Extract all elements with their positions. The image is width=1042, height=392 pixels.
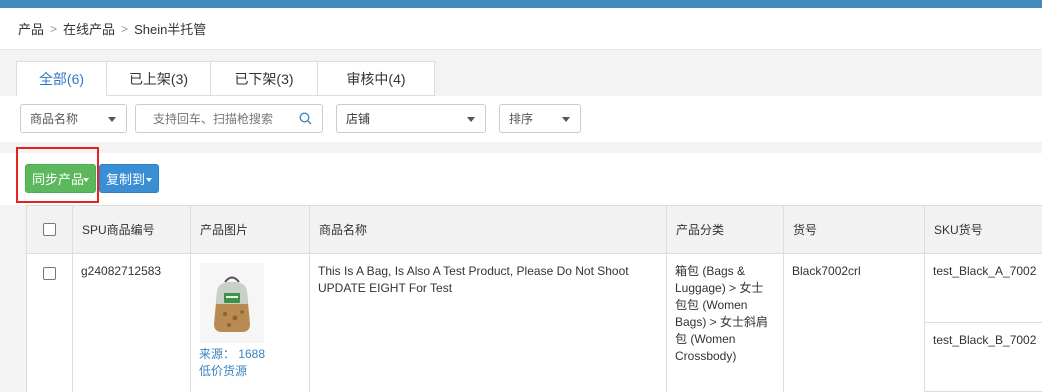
chevron-down-icon: [108, 117, 116, 122]
breadcrumb-item-shein: Shein半托管: [134, 22, 207, 37]
breadcrumb-separator: >: [50, 21, 58, 36]
product-name-cell: This Is A Bag, Is Also A Test Product, P…: [309, 254, 666, 392]
breadcrumb-item-online-products[interactable]: 在线产品: [63, 19, 115, 38]
search-placeholder: 支持回车、扫描枪搜索: [153, 112, 274, 126]
header-name[interactable]: 商品名称: [309, 206, 666, 253]
image-source-note[interactable]: 低价货源: [199, 363, 301, 380]
image-cell: 来源： 1688 低价货源: [190, 254, 309, 392]
copy-to-button[interactable]: 复制到: [99, 164, 159, 193]
product-image[interactable]: [200, 263, 264, 343]
top-nav-bar: [0, 0, 1042, 8]
shop-select[interactable]: 店铺: [336, 104, 486, 133]
sku-cell: test_Black_A_7002 test_Black_B_7002: [924, 254, 1042, 392]
sort-select-value: 排序: [509, 112, 534, 126]
tab-listed[interactable]: 已上架(3): [107, 61, 211, 96]
tab-under-review[interactable]: 审核中(4): [318, 61, 435, 96]
header-image: 产品图片: [190, 206, 309, 253]
bag-icon: [214, 276, 250, 332]
action-toolbar: 同步产品 复制到: [0, 153, 1042, 205]
header-category: 产品分类: [666, 206, 783, 253]
shop-select-value: 店铺: [346, 112, 371, 126]
search-input[interactable]: 支持回车、扫描枪搜索: [135, 104, 323, 133]
breadcrumb-separator: >: [121, 21, 129, 36]
item-no-cell: Black7002crl: [783, 254, 924, 392]
category-cell: 箱包 (Bags & Luggage) > 女士包包 (Women Bags) …: [666, 254, 783, 392]
filter-bar: 商品名称 支持回车、扫描枪搜索 店铺 排序: [0, 96, 1042, 142]
sku-item: test_Black_A_7002: [925, 254, 1042, 323]
row-select-cell: [27, 254, 72, 392]
products-table: SPU商品编号 产品图片 商品名称 产品分类 货号 SKU货号 g2408271…: [26, 205, 1042, 392]
search-icon[interactable]: [299, 112, 312, 128]
field-select-value: 商品名称: [30, 112, 79, 126]
chevron-down-icon: [562, 117, 570, 122]
header-item-no[interactable]: 货号: [783, 206, 924, 253]
row-checkbox[interactable]: [43, 267, 56, 280]
field-select[interactable]: 商品名称: [20, 104, 127, 133]
header-spu[interactable]: SPU商品编号: [72, 206, 190, 253]
header-sku: SKU货号: [924, 206, 1042, 253]
select-all-checkbox[interactable]: [43, 223, 56, 236]
breadcrumb-item-products[interactable]: 产品: [18, 19, 44, 38]
spu-cell: g24082712583: [72, 254, 190, 392]
table-header: SPU商品编号 产品图片 商品名称 产品分类 货号 SKU货号: [26, 205, 1042, 254]
highlight-annotation-box: [16, 147, 99, 203]
status-tabs: 全部(6) 已上架(3) 已下架(3) 审核中(4): [16, 61, 435, 96]
image-source[interactable]: 来源： 1688: [199, 346, 301, 363]
breadcrumb: 产品 > 在线产品 > Shein半托管: [0, 8, 1042, 50]
select-all-cell: [27, 206, 72, 253]
sort-select[interactable]: 排序: [499, 104, 581, 133]
table-row: g24082712583 来源： 1688 低价货源 This Is A Bag…: [26, 254, 1042, 392]
tab-delisted[interactable]: 已下架(3): [211, 61, 318, 96]
tab-all[interactable]: 全部(6): [16, 61, 107, 96]
caret-down-icon: [146, 178, 152, 182]
chevron-down-icon: [467, 117, 475, 122]
copy-to-label: 复制到: [106, 172, 146, 187]
sku-item: test_Black_B_7002: [925, 323, 1042, 392]
